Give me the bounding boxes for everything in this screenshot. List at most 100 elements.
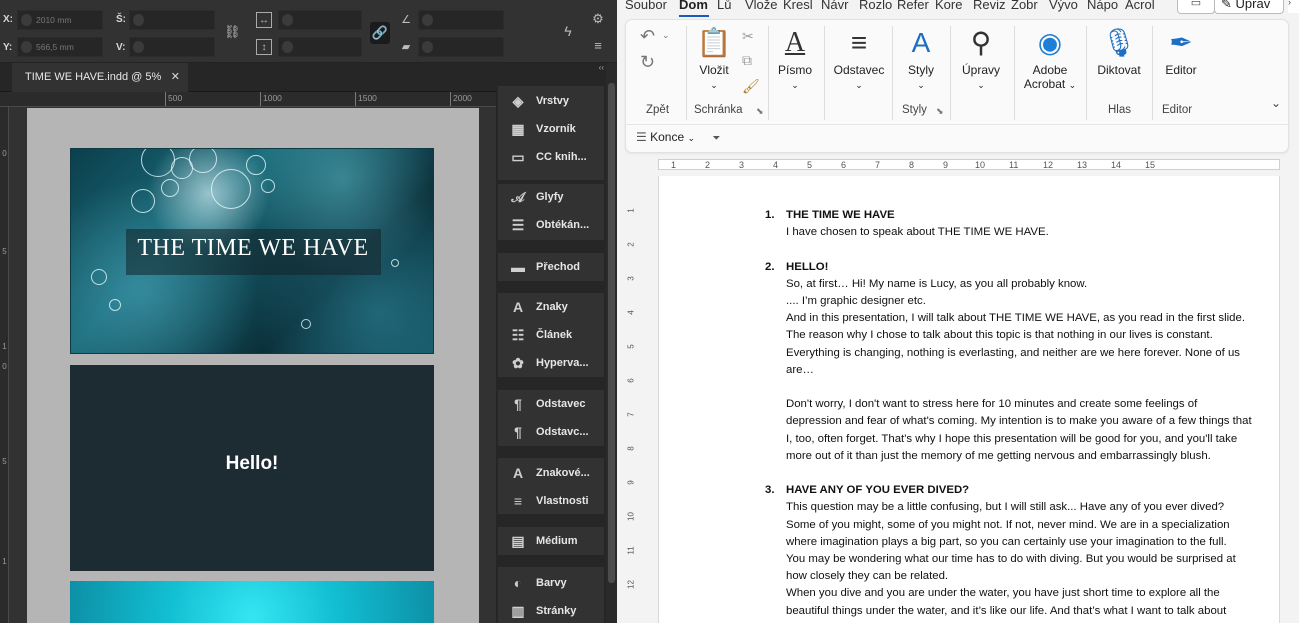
panel-pages[interactable]: ▥ Stránky — [498, 597, 604, 623]
article-icon: ☷ — [511, 327, 525, 343]
gear-icon[interactable]: ⚙ — [590, 11, 606, 27]
close-icon[interactable]: ✕ — [171, 63, 180, 92]
editing-mode-button[interactable]: ✎ Úprav — [1214, 0, 1284, 14]
panel-hyperlinks[interactable]: ✿ Hyperva... — [498, 349, 604, 377]
tab-mailings[interactable]: Kore — [935, 0, 962, 12]
paragraph-line: where imagination plays a big part, so y… — [786, 535, 1227, 548]
tab-draw[interactable]: Kresl — [783, 0, 813, 12]
undo-icon[interactable]: ↶ — [640, 26, 655, 47]
rotate-field[interactable] — [418, 10, 504, 30]
list-item: 1. THE TIME WE HAVE I have chosen to spe… — [765, 207, 1285, 241]
scale-y-field[interactable] — [278, 37, 362, 57]
tab-view[interactable]: Zobr — [1011, 0, 1038, 12]
constrain-proportions-icon[interactable]: ⛓ — [224, 24, 241, 40]
character-icon: A — [512, 299, 524, 315]
clipboard-group-label: Schránka — [694, 104, 743, 116]
y-position-field[interactable]: 566,5 mm — [17, 37, 103, 57]
ruler-label: 1 — [626, 208, 636, 213]
dialog-launcher-icon[interactable]: ⬊ — [936, 106, 944, 117]
list-item: 3. HAVE ANY OF YOU EVER DIVED? This ques… — [765, 482, 1285, 620]
editing-button[interactable]: ⚲ Úpravy ⌄ — [954, 26, 1008, 91]
panel-swatches[interactable]: ▦ Vzorník — [498, 115, 604, 143]
list-item-title: HELLO! — [786, 260, 829, 273]
document-tab[interactable]: TIME WE HAVE.indd @ 5% ✕ — [12, 63, 188, 92]
collapse-panels-icon[interactable]: ‹‹ — [496, 63, 606, 77]
height-field[interactable] — [129, 37, 215, 57]
styles-group-label: Styly — [902, 104, 927, 116]
copy-icon[interactable]: ⧉ — [742, 52, 752, 69]
dictate-button[interactable]: 🎙 Diktovat — [1090, 26, 1148, 77]
style-icon: ☰ — [636, 130, 647, 144]
chevron-down-icon[interactable]: ⌄ — [662, 30, 670, 41]
ruler-label: 2000 — [453, 93, 472, 103]
editor-button[interactable]: ✒ Editor — [1156, 26, 1206, 77]
styles-icon: A — [911, 27, 931, 58]
paragraph-button[interactable]: ≡ Odstavec ⌄ — [828, 26, 890, 91]
lightning-icon[interactable]: ϟ — [560, 23, 576, 39]
character-styles-icon: A — [512, 465, 524, 481]
redo-icon[interactable]: ↻ — [640, 52, 655, 73]
panel-paragraph[interactable]: ¶ Odstavec — [498, 390, 604, 418]
ruler-label: 6 — [841, 160, 847, 170]
shear-field[interactable] — [418, 37, 504, 57]
dialog-launcher-icon[interactable]: ⬊ — [756, 106, 764, 117]
x-position-field[interactable]: 2010 mm — [17, 10, 103, 30]
panel-character-styles[interactable]: A Znakové... — [498, 459, 604, 487]
panel-scrollbar[interactable] — [606, 63, 617, 623]
link-chain-icon[interactable]: 🔗 — [370, 22, 390, 44]
panel-group: ◐ Barvy ▥ Stránky — [498, 567, 604, 623]
cc-libraries-icon: ▭ — [511, 149, 525, 165]
document-body[interactable]: 1. THE TIME WE HAVE I have chosen to spe… — [765, 207, 1285, 620]
font-button[interactable]: A Písmo ⌄ — [772, 26, 818, 91]
tab-help[interactable]: Nápo — [1087, 0, 1118, 12]
ruler-label: 3 — [626, 276, 636, 281]
voice-group-label: Hlas — [1108, 104, 1132, 116]
styles-button[interactable]: A Styly ⌄ — [896, 26, 946, 91]
panel-character[interactable]: A Znaky — [498, 293, 604, 321]
adobe-acrobat-button[interactable]: ◉ Adobe Acrobat ⌄ — [1018, 26, 1082, 91]
comments-icon[interactable]: ▭ — [1177, 0, 1215, 14]
panel-gradient[interactable]: ▬ Přechod — [498, 253, 604, 281]
tab-layout[interactable]: Rozlo — [859, 0, 892, 12]
scale-x-field[interactable] — [278, 10, 362, 30]
panel-dock: ◈ Vrstvy ▦ Vzorník ▭ CC knih... 𝒜 Glyfy ☰ Obt… — [496, 77, 606, 623]
width-field[interactable] — [129, 10, 215, 30]
panel-text-wrap[interactable]: ☰ Obtékán... — [498, 211, 604, 239]
ruler-label: 1000 — [263, 93, 282, 103]
panel-article[interactable]: ☷ Článek — [498, 321, 604, 349]
tab-acrobat[interactable]: Acrol — [1125, 0, 1155, 12]
ruler-label: 1 — [671, 160, 677, 170]
paste-button[interactable]: 📋 Vložit ⌄ — [690, 26, 738, 91]
layers-icon: ◈ — [512, 93, 524, 109]
tab-insert[interactable]: Vlože — [745, 0, 778, 12]
tab-references[interactable]: Refer — [897, 0, 929, 12]
slide-title-frame[interactable]: THE TIME WE HAVE — [70, 148, 434, 354]
tab-file[interactable]: Soubor — [625, 0, 667, 12]
tab-home[interactable]: Dom — [679, 0, 708, 12]
panel-cc-libraries[interactable]: ▭ CC knih... — [498, 143, 604, 171]
style-gallery-quick[interactable]: ☰ Konce ⌄ ⏷ — [636, 130, 720, 144]
customize-icon[interactable]: ⏷ — [712, 133, 720, 144]
menu-icon[interactable]: ≡ — [590, 38, 606, 54]
tab-review[interactable]: Reviz — [973, 0, 1006, 12]
panel-layers[interactable]: ◈ Vrstvy — [498, 87, 604, 115]
slide-underwater-frame[interactable] — [70, 581, 434, 623]
slide-hello-frame[interactable]: Hello! — [70, 365, 434, 571]
panel-paragraph-styles[interactable]: ¶ Odstavc... — [498, 418, 604, 446]
scroll-tabs-icon[interactable]: › — [1288, 0, 1299, 13]
tab-font-pane[interactable]: Lů — [717, 0, 731, 12]
format-painter-icon[interactable]: 🖌 — [742, 78, 760, 95]
paragraph-line: depression and fear of what's coming. My… — [786, 415, 1252, 428]
panel-properties[interactable]: ≡ Vlastnosti — [498, 487, 604, 515]
chevron-down-icon[interactable]: ⌄ — [1271, 96, 1281, 110]
panel-glyphs[interactable]: 𝒜 Glyfy — [498, 183, 604, 211]
ruler-label: 7 — [875, 160, 881, 170]
panel-media[interactable]: ▤ Médium — [498, 527, 604, 555]
tab-design[interactable]: Návr — [821, 0, 848, 12]
panel-color[interactable]: ◐ Barvy — [498, 569, 604, 597]
cut-icon[interactable]: ✂ — [742, 28, 754, 45]
panel-group: ▬ Přechod — [498, 253, 604, 281]
clipboard-icon: 📋 — [696, 27, 732, 58]
tab-developer[interactable]: Vývo — [1049, 0, 1078, 12]
media-icon: ▤ — [511, 533, 525, 549]
